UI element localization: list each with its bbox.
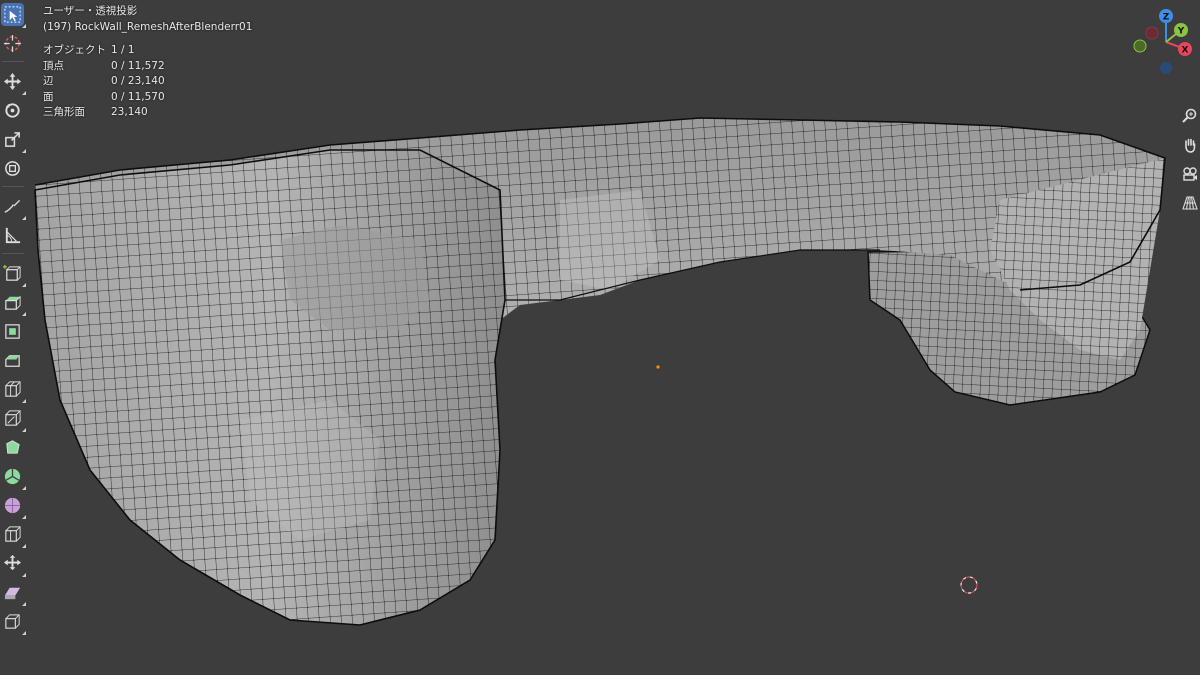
stat-row: 三角形面 23,140 (43, 105, 252, 121)
stat-value: 0 / 23,140 (111, 75, 165, 87)
knife-icon (5, 410, 21, 426)
neg-x-axis[interactable] (1145, 26, 1159, 40)
stat-row: オブジェクト 1 / 1 (43, 43, 252, 59)
extrude-icon (5, 295, 21, 310)
smooth-icon (4, 497, 21, 514)
poly-build-icon (6, 440, 20, 454)
scale-tool[interactable] (1, 128, 26, 153)
loop-cut-icon (5, 381, 21, 397)
stat-label: 辺 (43, 75, 54, 87)
grid-perspective-icon (1182, 196, 1198, 210)
stat-label: 頂点 (43, 59, 64, 72)
3d-viewport[interactable]: ユーザー・透視投影 (197) RockWall_RemeshAfterBlen… (0, 0, 1200, 675)
cursor-tool[interactable] (1, 32, 24, 55)
bevel-icon (5, 355, 20, 367)
shear-icon (4, 587, 21, 600)
spin-tool[interactable] (1, 465, 26, 490)
knife-tool[interactable] (1, 407, 26, 432)
stat-value: 0 / 11,570 (111, 90, 165, 103)
hand-icon (1185, 138, 1196, 153)
object-info: (197) RockWall_RemeshAfterBlenderr01 (43, 20, 253, 33)
stat-value: 1 / 1 (111, 44, 135, 56)
object-origin (656, 365, 660, 369)
svg-text:Y: Y (1177, 27, 1185, 37)
scale-icon (5, 132, 20, 147)
svg-text:Z: Z (1163, 13, 1170, 23)
neg-y-axis[interactable] (1133, 39, 1147, 53)
stat-row: 面 0 / 11,570 (43, 90, 252, 106)
cursor-icon (3, 34, 22, 53)
shrink-fatten-icon (3, 554, 22, 571)
select-box-icon (4, 6, 21, 23)
measure-tool[interactable] (1, 224, 24, 247)
rip-tool[interactable] (1, 610, 26, 635)
neg-z-axis[interactable] (1160, 62, 1172, 74)
measure-icon (5, 227, 21, 244)
x-axis-handle[interactable]: X (1178, 42, 1192, 56)
navigation-gizmo[interactable]: Z Y X (1130, 6, 1200, 78)
annotate-icon (4, 199, 21, 213)
rotate-icon (5, 103, 20, 118)
zoom-button[interactable] (1180, 106, 1200, 126)
y-axis-handle[interactable]: Y (1174, 23, 1188, 37)
inset-icon (5, 324, 20, 339)
edge-slide-icon (5, 526, 21, 542)
pan-button[interactable] (1180, 135, 1200, 155)
viewport-info-overlay: ユーザー・透視投影 (197) RockWall_RemeshAfterBlen… (43, 4, 252, 121)
shear-tool[interactable] (1, 581, 26, 606)
rip-icon (5, 614, 20, 629)
loop-cut-tool[interactable] (1, 378, 26, 403)
rotate-tool[interactable] (1, 99, 24, 122)
perspective-toggle-button[interactable] (1180, 193, 1200, 213)
move-tool[interactable] (1, 70, 26, 95)
stat-value: 0 / 11,572 (111, 59, 165, 72)
add-cube-tool[interactable] (1, 262, 26, 287)
view-name: ユーザー・透視投影 (43, 5, 138, 17)
toolbar-separator (2, 186, 24, 187)
tool-shelf (0, 3, 27, 639)
annotate-tool[interactable] (1, 195, 26, 220)
stat-row: 辺 0 / 23,140 (43, 74, 252, 90)
transform-tool[interactable] (1, 157, 24, 180)
inset-tool[interactable] (1, 320, 24, 343)
bevel-tool[interactable] (1, 349, 24, 372)
move-icon (3, 72, 22, 91)
svg-text:X: X (1182, 46, 1189, 56)
poly-build-tool[interactable] (1, 436, 24, 459)
transform-icon (5, 161, 20, 176)
smooth-tool[interactable] (1, 494, 26, 519)
stat-row: 頂点 0 / 11,572 (43, 59, 252, 75)
shrink-fatten-tool[interactable] (1, 552, 26, 577)
select-box-tool[interactable] (1, 3, 26, 28)
stat-value: 23,140 (111, 106, 148, 118)
3d-cursor-icon (960, 576, 978, 594)
viewport-nav-buttons (1180, 106, 1200, 222)
edge-slide-tool[interactable] (1, 523, 26, 548)
stat-label: オブジェクト (43, 44, 106, 56)
zoom-icon (1182, 108, 1197, 123)
z-axis-handle[interactable]: Z (1159, 9, 1173, 23)
camera-view-button[interactable] (1180, 164, 1200, 184)
stat-label: 三角形面 (43, 106, 85, 118)
stat-label: 面 (43, 90, 54, 103)
extrude-tool[interactable] (1, 291, 26, 316)
add-cube-icon (3, 264, 21, 281)
camera-icon (1183, 167, 1197, 181)
toolbar-separator (2, 253, 24, 254)
stats-panel: オブジェクト 1 / 1 頂点 0 / 11,572 辺 0 / 23,140 面 0 … (43, 43, 252, 121)
toolbar-separator (2, 61, 24, 62)
spin-icon (4, 468, 21, 485)
